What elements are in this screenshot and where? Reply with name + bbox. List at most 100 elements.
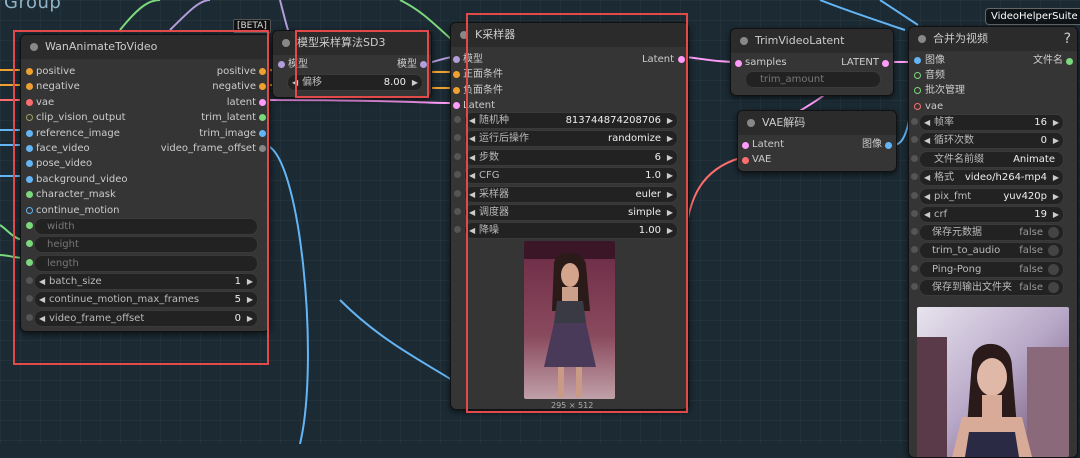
widget-value[interactable]: 1.0 xyxy=(645,168,661,183)
widget-value[interactable]: Animate xyxy=(1013,152,1055,167)
value-widget[interactable]: ◀ 格式 video/h264-mp4 ▶ xyxy=(919,169,1064,187)
preview-image[interactable] xyxy=(524,241,615,399)
decrement-arrow-icon[interactable]: ◀ xyxy=(469,187,475,202)
input-socket[interactable] xyxy=(911,210,918,217)
increment-arrow-icon[interactable]: ▶ xyxy=(667,187,673,202)
decrement-arrow-icon[interactable]: ◀ xyxy=(469,150,475,165)
toggle-widget[interactable]: Ping-Pong false xyxy=(919,260,1064,278)
toggle-knob-icon[interactable] xyxy=(1048,263,1059,275)
value-widget[interactable]: ◀ 帧率 16 ▶ xyxy=(919,114,1064,131)
decrement-arrow-icon[interactable]: ◀ xyxy=(924,115,930,130)
value-widget[interactable]: ◀ crf 19 ▶ xyxy=(919,206,1064,223)
increment-arrow-icon[interactable]: ▶ xyxy=(667,150,673,165)
input-socket[interactable] xyxy=(454,189,461,197)
widget-value[interactable]: simple xyxy=(628,205,661,220)
input-socket[interactable] xyxy=(454,116,461,123)
vae-input-socket[interactable] xyxy=(742,157,749,164)
collapse-dot-icon[interactable] xyxy=(30,43,38,51)
input-socket[interactable] xyxy=(453,71,460,79)
widget-value[interactable]: 1.00 xyxy=(639,223,661,238)
input-socket[interactable] xyxy=(454,226,461,234)
image-output-socket[interactable] xyxy=(885,142,892,149)
toggle-widget[interactable]: 保存元数据 false xyxy=(919,224,1064,241)
input-socket[interactable] xyxy=(914,72,921,80)
widget-value[interactable]: 0 xyxy=(235,311,241,326)
input-socket[interactable] xyxy=(26,295,33,303)
collapse-dot-icon[interactable] xyxy=(918,35,926,43)
decrement-arrow-icon[interactable]: ◀ xyxy=(469,205,475,220)
input-socket[interactable] xyxy=(26,313,33,321)
node-header[interactable]: VAE解码 xyxy=(738,111,896,135)
node-header[interactable]: 模型采样算法SD3 xyxy=(273,31,431,55)
increment-arrow-icon[interactable]: ▶ xyxy=(1053,207,1059,222)
input-socket[interactable] xyxy=(911,228,918,235)
trim-amount-widget[interactable]: trim_amount xyxy=(745,71,881,88)
input-socket[interactable] xyxy=(454,152,461,160)
decrement-arrow-icon[interactable]: ◀ xyxy=(39,274,45,289)
decrement-arrow-icon[interactable]: ◀ xyxy=(469,168,475,183)
value-widget[interactable]: ◀ continue_motion_max_frames 5 ▶ xyxy=(34,291,258,309)
node-ksampler[interactable]: K采样器 模型 正面条件 负面条件 Latent Latent ◀ 随机种 8137448… xyxy=(450,22,689,410)
node-header[interactable]: 合并为视频 ? xyxy=(909,27,1077,51)
increment-arrow-icon[interactable]: ▶ xyxy=(667,113,673,128)
model-output-socket[interactable] xyxy=(420,61,427,68)
toggle-widget[interactable]: trim_to_audio false xyxy=(919,242,1064,260)
latent-output-socket[interactable] xyxy=(678,56,685,63)
node-wan-animate[interactable]: WanAnimateToVideo positive negative vae cli… xyxy=(20,34,270,332)
increment-arrow-icon[interactable]: ▶ xyxy=(412,75,418,90)
increment-arrow-icon[interactable]: ▶ xyxy=(247,311,253,326)
input-socket[interactable] xyxy=(453,86,460,94)
shift-widget[interactable]: ◀ 偏移 8.00 ▶ xyxy=(287,74,423,91)
filename-output-socket[interactable] xyxy=(1066,58,1073,65)
input-socket[interactable] xyxy=(911,246,918,254)
input-socket[interactable] xyxy=(914,87,921,95)
samples-input-socket[interactable] xyxy=(735,60,742,67)
widget-value[interactable]: 6 xyxy=(655,150,661,165)
decrement-arrow-icon[interactable]: ◀ xyxy=(469,223,475,238)
increment-arrow-icon[interactable]: ▶ xyxy=(247,292,253,307)
widget-value[interactable]: video/h264-mp4 xyxy=(965,170,1047,185)
toggle-widget[interactable]: 保存到输出文件夹 false xyxy=(919,279,1064,297)
input-socket[interactable] xyxy=(454,208,461,215)
widget-value[interactable]: randomize xyxy=(608,131,661,146)
input-socket[interactable] xyxy=(911,264,918,272)
value-widget[interactable]: ◀ 降噪 1.00 ▶ xyxy=(464,222,678,240)
decrement-arrow-icon[interactable]: ◀ xyxy=(924,207,930,222)
increment-arrow-icon[interactable]: ▶ xyxy=(1053,170,1059,185)
input-socket[interactable] xyxy=(453,56,460,63)
value-widget[interactable]: ◀ 随机种 813744874208706 ▶ xyxy=(464,112,678,129)
node-header[interactable]: WanAnimateToVideo xyxy=(21,35,269,59)
model-input-socket[interactable] xyxy=(278,61,285,68)
node-header[interactable]: K采样器 xyxy=(451,23,688,47)
decrement-arrow-icon[interactable]: ◀ xyxy=(292,75,298,90)
decrement-arrow-icon[interactable]: ◀ xyxy=(469,113,475,128)
output-socket[interactable] xyxy=(259,68,266,75)
node-header[interactable]: TrimVideoLatent xyxy=(731,29,893,53)
input-socket[interactable] xyxy=(26,277,33,284)
node-video-combine[interactable]: 合并为视频 ? 图像 音频 批次管理 vae 文件名 ◀ 帧率 16 ▶ ◀ 循环次数 0 ▶ 文件名… xyxy=(908,26,1078,458)
increment-arrow-icon[interactable]: ▶ xyxy=(247,274,253,289)
input-socket[interactable] xyxy=(911,136,918,144)
input-socket[interactable] xyxy=(26,240,33,248)
input-socket[interactable] xyxy=(26,114,33,122)
output-socket[interactable] xyxy=(259,129,266,137)
help-icon[interactable]: ? xyxy=(1064,27,1071,51)
input-socket[interactable] xyxy=(911,173,918,181)
group-title[interactable]: Group xyxy=(4,0,61,13)
decrement-arrow-icon[interactable]: ◀ xyxy=(39,292,45,307)
increment-arrow-icon[interactable]: ▶ xyxy=(1053,189,1059,204)
value-widget[interactable]: ◀ 采样器 euler ▶ xyxy=(464,185,678,203)
node-sd3-sampling[interactable]: 模型采样算法SD3 模型 模型 ◀ 偏移 8.00 ▶ xyxy=(272,30,432,98)
increment-arrow-icon[interactable]: ▶ xyxy=(667,131,673,146)
input-socket[interactable] xyxy=(26,98,33,106)
value-widget[interactable]: ◀ video_frame_offset 0 ▶ xyxy=(34,309,258,327)
increment-arrow-icon[interactable]: ▶ xyxy=(667,223,673,238)
collapse-dot-icon[interactable] xyxy=(747,119,755,127)
decrement-arrow-icon[interactable]: ◀ xyxy=(924,133,930,148)
input-socket[interactable] xyxy=(26,206,33,214)
value-widget[interactable]: ◀ 调度器 simple ▶ xyxy=(464,204,678,221)
input-socket[interactable] xyxy=(26,129,33,137)
increment-arrow-icon[interactable]: ▶ xyxy=(667,205,673,220)
widget-value[interactable]: 8.00 xyxy=(384,75,406,90)
input-socket[interactable] xyxy=(26,175,33,183)
